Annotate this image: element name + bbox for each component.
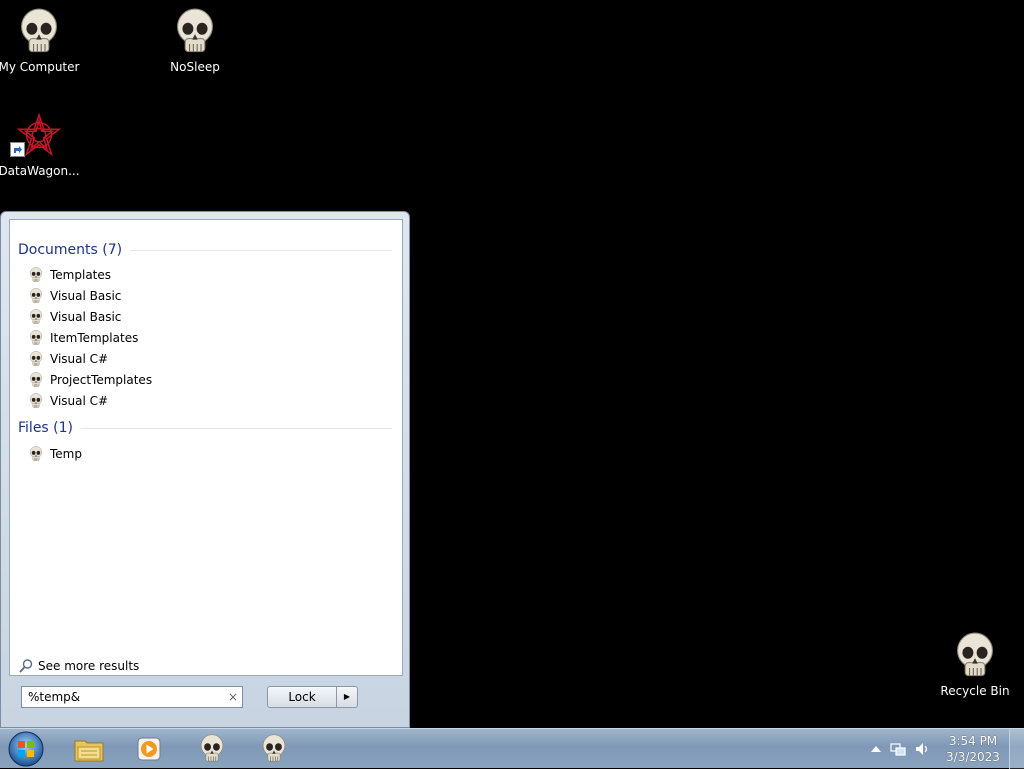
skull-icon [28,351,44,367]
clock-time: 3:54 PM [948,734,998,748]
result-item[interactable]: Visual C# [28,391,116,411]
skull-icon [28,309,44,325]
see-more-label: See more results [38,659,140,673]
result-label: Templates [50,268,112,282]
volume-icon[interactable] [914,741,930,757]
skull-icon [28,267,44,283]
skull-icon [28,446,44,462]
result-item[interactable]: Visual C# [28,349,116,369]
group-title: Documents (7) [18,242,123,258]
skull-icon [198,734,226,764]
lock-button[interactable]: Lock [268,687,336,707]
group-header-documents[interactable]: Documents (7) [18,240,392,260]
result-item[interactable]: Visual Basic [28,307,129,327]
result-label: ProjectTemplates [50,373,153,387]
skull-icon [28,330,44,346]
desktop-icon-label: NoSleep [170,60,220,74]
search-input[interactable]: %temp& × [21,686,243,708]
group-header-files[interactable]: Files (1) [18,418,392,438]
result-label: ItemTemplates [50,331,139,345]
group-title: Files (1) [18,420,74,436]
search-results-pane: Documents (7) Templates Visual Basic Vis… [9,219,403,676]
taskbar-skull-app-2[interactable] [248,731,300,767]
desktop-icon-datawagon[interactable]: DataWagon... [0,112,82,178]
show-hidden-icons-icon[interactable] [868,741,884,757]
folder-icon [74,740,104,762]
result-item[interactable]: Visual Basic [28,286,129,306]
taskbar: 3:54 PM 3/3/2023 [0,728,1024,769]
desktop-icon-label: Recycle Bin [940,684,1010,698]
result-label: Visual C# [50,394,109,408]
search-input-value: %temp& [28,690,81,704]
result-item[interactable]: Templates [28,265,119,285]
skull-icon [952,632,998,680]
result-item[interactable]: ProjectTemplates [28,370,160,390]
taskbar-skull-app-1[interactable] [186,731,238,767]
desktop-icon-recycle-bin[interactable]: Recycle Bin [932,632,1018,698]
skull-icon [28,372,44,388]
skull-icon [172,8,218,56]
see-more-results-link[interactable]: See more results [18,658,139,674]
lock-button-group: Lock ▶ [267,686,358,708]
result-item[interactable]: ItemTemplates [28,328,146,348]
media-player-icon [137,737,161,761]
desktop-icon-my-computer[interactable]: My Computer [0,8,82,74]
result-label: Visual Basic [50,289,122,303]
skull-icon [16,8,62,56]
shortcut-arrow-icon [10,142,25,157]
skull-icon [260,734,288,764]
windows-orb-icon[interactable] [6,730,46,768]
result-label: Temp [50,447,82,461]
lock-options-arrow-icon[interactable]: ▶ [336,687,357,707]
skull-icon [28,288,44,304]
taskbar-file-explorer[interactable] [63,731,115,767]
group-divider [130,249,392,251]
result-label: Visual Basic [50,310,122,324]
clear-search-icon[interactable]: × [228,687,238,707]
result-label: Visual C# [50,352,109,366]
start-menu: Documents (7) Templates Visual Basic Vis… [0,211,410,728]
skull-icon [28,393,44,409]
taskbar-media-player[interactable] [123,731,175,767]
show-desktop-button[interactable] [1009,729,1024,769]
magnifier-icon [19,659,33,673]
desktop-icon-label: My Computer [0,60,80,74]
system-clock[interactable]: 3:54 PM 3/3/2023 [936,733,1010,765]
desktop-icon-nosleep[interactable]: NoSleep [152,8,238,74]
network-icon[interactable] [890,741,906,757]
result-item[interactable]: Temp [28,444,90,464]
clock-date: 3/3/2023 [946,750,1000,764]
desktop-icon-label: DataWagon... [0,164,80,178]
group-divider [81,427,392,429]
